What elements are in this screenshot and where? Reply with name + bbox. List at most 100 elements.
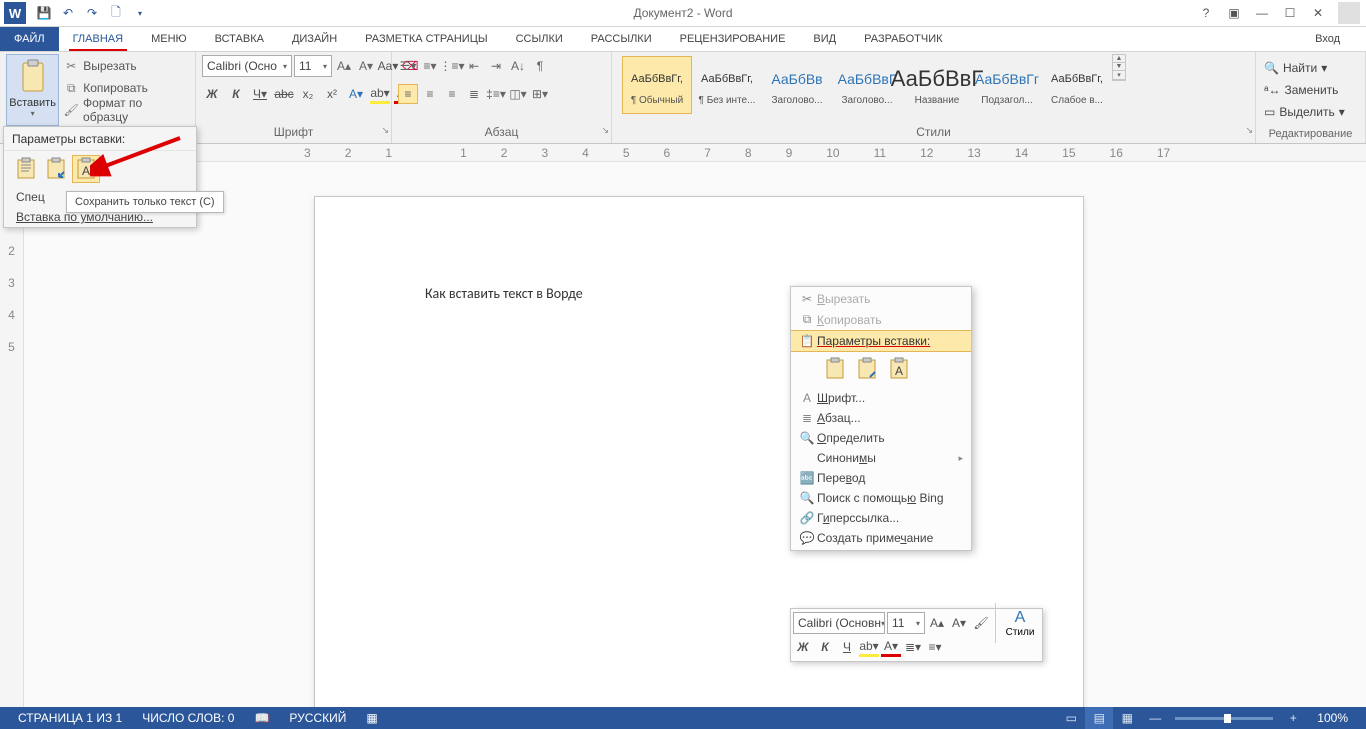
ribbon-options-icon[interactable]: ▣: [1220, 2, 1248, 24]
qat-more-icon[interactable]: ▾: [128, 1, 152, 25]
cut-button[interactable]: ✂Вырезать: [63, 56, 189, 76]
highlight-icon[interactable]: ab▾: [370, 84, 390, 104]
ctx-paragraph[interactable]: ≣Абзац...: [791, 408, 971, 428]
status-language[interactable]: РУССКИЙ: [279, 711, 356, 725]
format-painter-button[interactable]: 🖌Формат по образцу: [63, 100, 189, 120]
new-doc-icon[interactable]: 🗋: [104, 1, 128, 25]
mini-styles-button[interactable]: AСтили: [1000, 609, 1040, 638]
styles-launcher-icon[interactable]: ↘: [1245, 125, 1253, 136]
ctx-hyperlink[interactable]: 🔗Гиперссылка...: [791, 508, 971, 528]
style-item[interactable]: АаБбВвГг,Слабое в...: [1042, 56, 1112, 114]
align-center-icon[interactable]: ≡: [420, 84, 440, 104]
paste-merge-icon[interactable]: [42, 155, 70, 183]
align-left-icon[interactable]: ≡: [398, 84, 418, 104]
paste-button[interactable]: Вставить ▾: [6, 54, 59, 126]
subscript-button[interactable]: x₂: [298, 84, 318, 104]
tab-mailings[interactable]: РАССЫЛКИ: [577, 27, 666, 51]
status-macro-icon[interactable]: ▦: [356, 711, 387, 725]
mini-numbering-icon[interactable]: ≡▾: [925, 637, 945, 657]
justify-icon[interactable]: ≣: [464, 84, 484, 104]
mini-grow-icon[interactable]: A▴: [927, 613, 947, 633]
ctx-paste-merge-icon[interactable]: [853, 355, 881, 383]
multilevel-icon[interactable]: ⋮≡▾: [442, 56, 462, 76]
ctx-translate[interactable]: 🔤Перевод: [791, 468, 971, 488]
tab-review[interactable]: РЕЦЕНЗИРОВАНИЕ: [666, 27, 800, 51]
mini-underline[interactable]: Ч: [837, 637, 857, 657]
zoom-out-icon[interactable]: —: [1141, 707, 1169, 729]
style-item[interactable]: АаБбВвГгПодзагол...: [972, 56, 1042, 114]
style-item[interactable]: АаБбВвЗаголово...: [762, 56, 832, 114]
font-size-combo[interactable]: 11▾: [294, 55, 332, 77]
mini-bold[interactable]: Ж: [793, 637, 813, 657]
style-item[interactable]: АаБбВвГг,¶ Обычный: [622, 56, 692, 114]
view-print-icon[interactable]: ▤: [1085, 707, 1113, 729]
align-right-icon[interactable]: ≡: [442, 84, 462, 104]
mini-shrink-icon[interactable]: A▾: [949, 613, 969, 633]
tab-references[interactable]: ССЫЛКИ: [502, 27, 577, 51]
mini-font-combo[interactable]: Calibri (Основн▾: [793, 612, 885, 634]
maximize-icon[interactable]: ☐: [1276, 2, 1304, 24]
tab-menu[interactable]: Меню: [137, 27, 201, 51]
redo-icon[interactable]: ↷: [80, 1, 104, 25]
copy-button[interactable]: ⧉Копировать: [63, 78, 189, 98]
ctx-bing[interactable]: 🔍Поиск с помощью Bing: [791, 488, 971, 508]
italic-button[interactable]: К: [226, 84, 246, 104]
ctx-font[interactable]: AШрифт...: [791, 388, 971, 408]
ctx-synonyms[interactable]: Синонимы▸: [791, 448, 971, 468]
tab-layout[interactable]: РАЗМЕТКА СТРАНИЦЫ: [351, 27, 501, 51]
gallery-scroll[interactable]: ▲▼▾: [1112, 54, 1126, 81]
tab-developer[interactable]: РАЗРАБОТЧИК: [850, 27, 956, 51]
undo-icon[interactable]: ↶: [56, 1, 80, 25]
ctx-cut[interactable]: ✂ВВырезатьырезать: [791, 289, 971, 309]
style-item[interactable]: АаБбВвГНазвание: [902, 56, 972, 114]
indent-dec-icon[interactable]: ⇤: [464, 56, 484, 76]
status-proofing-icon[interactable]: 📖: [244, 711, 279, 725]
ctx-paste-text-only-icon[interactable]: A: [885, 355, 913, 383]
status-words[interactable]: ЧИСЛО СЛОВ: 0: [132, 711, 244, 725]
status-page[interactable]: СТРАНИЦА 1 ИЗ 1: [8, 711, 132, 725]
superscript-button[interactable]: x²: [322, 84, 342, 104]
strike-button[interactable]: abc: [274, 84, 294, 104]
styles-gallery[interactable]: АаБбВвГг,¶ ОбычныйАаБбВвГг,¶ Без инте...…: [618, 54, 1112, 116]
tab-file[interactable]: ФАЙЛ: [0, 27, 59, 51]
help-icon[interactable]: ?: [1192, 2, 1220, 24]
ctx-paste-options[interactable]: 📋Параметры вставки:: [791, 330, 971, 352]
user-badge-icon[interactable]: [1338, 2, 1360, 24]
zoom-slider[interactable]: [1175, 717, 1273, 720]
tab-design[interactable]: ДИЗАЙН: [278, 27, 351, 51]
select-button[interactable]: ▭Выделить ▾: [1264, 102, 1345, 122]
mini-italic[interactable]: К: [815, 637, 835, 657]
zoom-value[interactable]: 100%: [1307, 711, 1358, 725]
numbering-icon[interactable]: ≡▾: [420, 56, 440, 76]
mini-size-combo[interactable]: 11▾: [887, 612, 925, 634]
view-read-icon[interactable]: ▭: [1057, 707, 1085, 729]
show-marks-icon[interactable]: ¶: [530, 56, 550, 76]
replace-button[interactable]: ᵃ↔Заменить: [1264, 80, 1345, 100]
find-button[interactable]: 🔍Найти ▾: [1264, 58, 1345, 78]
mini-format-painter-icon[interactable]: 🖌: [971, 613, 991, 633]
ctx-paste-keep-source-icon[interactable]: [821, 355, 849, 383]
para-launcher-icon[interactable]: ↘: [601, 125, 609, 136]
sign-in-link[interactable]: Вход: [1315, 27, 1366, 51]
text-effects-icon[interactable]: A▾: [346, 84, 366, 104]
grow-font-icon[interactable]: A▴: [334, 56, 354, 76]
tab-view[interactable]: ВИД: [799, 27, 850, 51]
font-launcher-icon[interactable]: ↘: [381, 125, 389, 136]
indent-inc-icon[interactable]: ⇥: [486, 56, 506, 76]
mini-highlight-icon[interactable]: ab▾: [859, 637, 879, 657]
sort-icon[interactable]: A↓: [508, 56, 528, 76]
ctx-comment[interactable]: 💬Создать примечание: [791, 528, 971, 548]
style-item[interactable]: АаБбВвГг,¶ Без инте...: [692, 56, 762, 114]
mini-color-icon[interactable]: A▾: [881, 637, 901, 657]
mini-bullets-icon[interactable]: ≣▾: [903, 637, 923, 657]
shrink-font-icon[interactable]: A▾: [356, 56, 376, 76]
shading-icon[interactable]: ◫▾: [508, 84, 528, 104]
view-web-icon[interactable]: ▦: [1113, 707, 1141, 729]
paste-text-only-icon[interactable]: A: [72, 155, 100, 183]
line-spacing-icon[interactable]: ‡≡▾: [486, 84, 506, 104]
close-icon[interactable]: ✕: [1304, 2, 1332, 24]
tab-insert[interactable]: ВСТАВКА: [201, 27, 278, 51]
underline-button[interactable]: Ч▾: [250, 84, 270, 104]
bold-button[interactable]: Ж: [202, 84, 222, 104]
ctx-copy[interactable]: ⧉Копировать: [791, 309, 971, 330]
